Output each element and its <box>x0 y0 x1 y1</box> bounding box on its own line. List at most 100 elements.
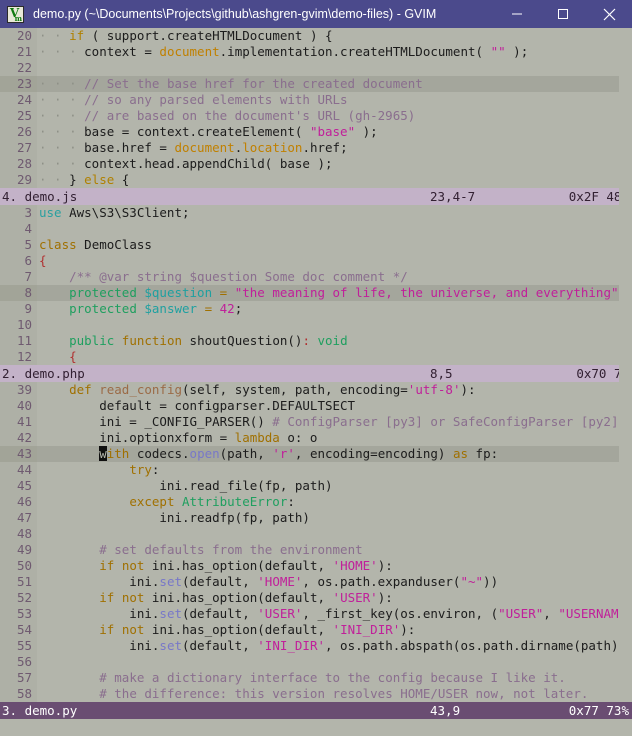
line-text: ini.set(default, 'USER', _first_key(os.e… <box>37 606 632 622</box>
code-line[interactable]: 53 ini.set(default, 'USER', _first_key(o… <box>0 606 632 622</box>
line-text: ini.readfp(fp, path) <box>37 510 632 526</box>
minimize-button[interactable] <box>494 0 540 28</box>
code-line[interactable]: 48 <box>0 526 632 542</box>
code-line[interactable]: 8 protected $question = "the meaning of … <box>0 285 632 301</box>
code-line[interactable]: 42 ini.optionxform = lambda o: o <box>0 430 632 446</box>
line-text: ini.set(default, 'HOME', os.path.expandu… <box>37 574 632 590</box>
line-text: · · · // are based on the document's URL… <box>37 108 632 124</box>
code-line[interactable]: 43 with codecs.open(path, 'r', encoding=… <box>0 446 632 462</box>
code-line[interactable]: 49 # set defaults from the environment <box>0 542 632 558</box>
scrollbar-thumb-php[interactable] <box>619 226 632 246</box>
line-text: if not ini.has_option(default, 'USER'): <box>37 590 632 606</box>
line-number: 56 <box>0 654 37 670</box>
pane-demo-php[interactable]: 3 use Aws\S3\S3Client; 4 5 class DemoClass 6{… <box>0 205 632 382</box>
token-id <box>39 333 69 348</box>
token-id <box>39 462 129 477</box>
token-cond: else <box>84 172 115 187</box>
pane-demo-py[interactable]: 39 def read_config(self, system, path, e… <box>0 382 632 719</box>
code-line[interactable]: 58 # the difference: this version resolv… <box>0 686 632 702</box>
code-line[interactable]: 29 · · } else { <box>0 172 632 188</box>
line-number: 7 <box>0 269 37 285</box>
line-text: ini.read_file(fp, path) <box>37 478 632 494</box>
code-line[interactable]: 27 · · · base.href = document.location.hr… <box>0 140 632 156</box>
code-line[interactable]: 12 { <box>0 349 632 365</box>
code-line[interactable]: 4 <box>0 221 632 237</box>
token-com: // so any parsed elements with URLs <box>84 92 348 107</box>
token-com: # ConfigParser [py3] or SafeConfigParser… <box>272 414 619 429</box>
line-text: public function shoutQuestion(): void <box>37 333 632 349</box>
code-line[interactable]: 39 def read_config(self, system, path, e… <box>0 382 632 398</box>
token-ind: · · · <box>39 108 85 123</box>
scrollbar-track-php[interactable] <box>619 224 632 383</box>
status-line-demo-py[interactable]: 3. demo.py 43,9 0x77 73% <box>0 702 632 719</box>
code-line[interactable]: 47 ini.readfp(fp, path) <box>0 510 632 526</box>
code-line[interactable]: 6{ <box>0 253 632 269</box>
editor-area[interactable]: 20 · · if ( support.createHTMLDocument ) … <box>0 28 632 736</box>
token-typ: document <box>174 140 235 155</box>
code-line[interactable]: 9 protected $answer = 42; <box>0 301 632 317</box>
line-text <box>37 317 632 333</box>
line-text <box>37 526 632 542</box>
code-line[interactable]: 44 try: <box>0 462 632 478</box>
token-id <box>39 686 99 701</box>
code-line[interactable]: 7 /** @var string $question Some doc com… <box>0 269 632 285</box>
line-text <box>37 60 632 76</box>
line-text: /** @var string $question Some doc comme… <box>37 269 632 285</box>
token-id: )) <box>483 574 499 589</box>
code-line[interactable]: 46 except AttributeError: <box>0 494 632 510</box>
code-line[interactable]: 56 <box>0 654 632 670</box>
code-line[interactable]: 40 default = configparser.DEFAULTSECT <box>0 398 632 414</box>
line-number: 23 <box>0 76 37 92</box>
token-com: # the difference: this version resolves … <box>99 686 589 701</box>
gvim-icon: V m <box>7 5 24 23</box>
code-line[interactable]: 23 · · · // Set the base href for the cre… <box>0 76 632 92</box>
code-line[interactable]: 45 ini.read_file(fp, path) <box>0 478 632 494</box>
code-line[interactable]: 51 ini.set(default, 'HOME', os.path.expa… <box>0 574 632 590</box>
line-number: 46 <box>0 494 37 510</box>
code-line[interactable]: 26 · · · base = context.createElement( "b… <box>0 124 632 140</box>
code-line[interactable]: 10 <box>0 317 632 333</box>
code-line[interactable]: 5 class DemoClass <box>0 237 632 253</box>
scrollbar-thumb-js[interactable] <box>619 88 632 174</box>
code-line[interactable]: 41 ini = _CONFIG_PARSER() # ConfigParser… <box>0 414 632 430</box>
line-text: · · if ( support.createHTMLDocument ) { <box>37 28 632 44</box>
code-line[interactable]: 20 · · if ( support.createHTMLDocument ) … <box>0 28 632 44</box>
split-windows: 20 · · if ( support.createHTMLDocument ) … <box>0 28 632 719</box>
scrollbar-column[interactable] <box>619 28 632 736</box>
code-line[interactable]: 50 if not ini.has_option(default, 'HOME'… <box>0 558 632 574</box>
token-id: shoutQuestion() <box>182 333 303 348</box>
code-line[interactable]: 11 public function shoutQuestion(): void <box>0 333 632 349</box>
status-line-demo-js[interactable]: 4. demo.js 23,4-7 0x2F 48% <box>0 188 632 205</box>
line-text: · · · // so any parsed elements with URL… <box>37 92 632 108</box>
code-line[interactable]: 55 ini.set(default, 'INI_DIR', os.path.a… <box>0 638 632 654</box>
code-line[interactable]: 54 if not ini.has_option(default, 'INI_D… <box>0 622 632 638</box>
token-com: # make a dictionary interface to the con… <box>99 670 566 685</box>
title-bar[interactable]: V m demo.py (~\Documents\Projects\github… <box>0 0 632 28</box>
token-id: , os.path.abspath(os.path.dirname(path))… <box>325 638 632 653</box>
line-number: 54 <box>0 622 37 638</box>
code-line[interactable]: 28 · · · context.head.appendChild( base )… <box>0 156 632 172</box>
token-id: ( support.createHTMLDocument ) { <box>84 28 333 43</box>
code-line[interactable]: 21 · · · context = document.implementatio… <box>0 44 632 60</box>
line-number: 44 <box>0 462 37 478</box>
line-number: 11 <box>0 333 37 349</box>
code-line[interactable]: 52 if not ini.has_option(default, 'USER'… <box>0 590 632 606</box>
line-text: if not ini.has_option(default, 'HOME'): <box>37 558 632 574</box>
line-text: if not ini.has_option(default, 'INI_DIR'… <box>37 622 632 638</box>
token-kw: try <box>129 462 152 477</box>
code-line[interactable]: 25 · · · // are based on the document's U… <box>0 108 632 124</box>
code-line[interactable]: 22 <box>0 60 632 76</box>
code-line[interactable]: 57 # make a dictionary interface to the … <box>0 670 632 686</box>
scrollbar-thumb-py[interactable] <box>619 468 632 598</box>
status-cursor-position: 23,4-7 <box>430 189 476 204</box>
token-cls: AttributeError <box>182 494 288 509</box>
pane-demo-js[interactable]: 20 · · if ( support.createHTMLDocument ) … <box>0 28 632 205</box>
code-line[interactable]: 3 use Aws\S3\S3Client; <box>0 205 632 221</box>
command-line[interactable] <box>0 719 632 736</box>
token-cursor: w <box>99 446 107 461</box>
status-line-demo-php[interactable]: 2. demo.php 8,5 0x70 7% <box>0 365 632 382</box>
code-line[interactable]: 24 · · · // so any parsed elements with U… <box>0 92 632 108</box>
maximize-button[interactable] <box>540 0 586 28</box>
close-button[interactable] <box>586 0 632 28</box>
token-str: 'INI_DIR' <box>257 638 325 653</box>
